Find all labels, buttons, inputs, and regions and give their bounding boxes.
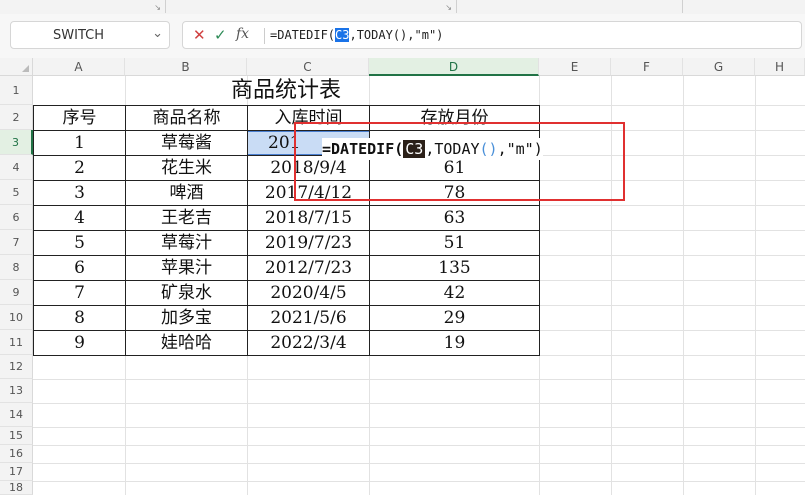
chevron-down-icon[interactable]: ⌄ bbox=[152, 26, 163, 41]
column-header-a[interactable]: A bbox=[33, 58, 125, 76]
column-header-h[interactable]: H bbox=[755, 58, 805, 76]
corner-triangle-icon bbox=[22, 65, 29, 72]
row-header-14[interactable]: 14 bbox=[0, 403, 33, 427]
name-box-value: SWITCH bbox=[53, 28, 104, 43]
table-cell[interactable]: 135 bbox=[370, 256, 539, 280]
table-cell[interactable]: 29 bbox=[370, 306, 539, 330]
column-header-f[interactable]: F bbox=[611, 58, 683, 76]
row-header-3[interactable]: 3 bbox=[0, 130, 33, 155]
gridline bbox=[539, 105, 805, 106]
table-cell[interactable]: 草莓酱 bbox=[126, 131, 247, 155]
table-cell[interactable]: 2020/4/5 bbox=[248, 281, 369, 305]
row-header-5[interactable]: 5 bbox=[0, 180, 33, 205]
table-cell[interactable]: 2018/7/15 bbox=[248, 206, 369, 230]
table-cell[interactable]: 啤酒 bbox=[126, 181, 247, 205]
table-cell[interactable]: 2019/7/23 bbox=[248, 231, 369, 255]
separator bbox=[264, 28, 265, 44]
ribbon-group: ↘ bbox=[0, 0, 166, 13]
spreadsheet-grid[interactable]: A B C D E F G H 1 2 3 4 5 6 7 8 9 10 11 … bbox=[0, 58, 805, 495]
row-header-13[interactable]: 13 bbox=[0, 379, 33, 403]
formula-part: =DATEDIF( bbox=[270, 28, 336, 42]
gridline bbox=[755, 76, 756, 495]
table-cell[interactable]: 2021/5/6 bbox=[248, 306, 369, 330]
table-cell[interactable]: 8 bbox=[34, 306, 125, 330]
gridline bbox=[539, 255, 805, 256]
gridline bbox=[33, 427, 805, 428]
row-header-1[interactable]: 1 bbox=[0, 76, 33, 105]
name-box[interactable]: SWITCH ⌄ bbox=[10, 21, 170, 49]
header-cell[interactable]: 商品名称 bbox=[126, 106, 247, 130]
fx-icon[interactable]: fx bbox=[236, 26, 249, 42]
formula-ref-c3: C3 bbox=[335, 28, 350, 42]
table-cell[interactable]: 苹果汁 bbox=[126, 256, 247, 280]
column-header-b[interactable]: B bbox=[125, 58, 247, 76]
row-header-17[interactable]: 17 bbox=[0, 463, 33, 481]
row-header-15[interactable]: 15 bbox=[0, 427, 33, 445]
cancel-icon[interactable]: ✕ bbox=[193, 26, 206, 44]
gridline bbox=[33, 481, 805, 482]
gridline bbox=[539, 230, 805, 231]
table-cell[interactable]: 加多宝 bbox=[126, 306, 247, 330]
header-cell[interactable]: 序号 bbox=[34, 106, 125, 130]
row-header-10[interactable]: 10 bbox=[0, 305, 33, 330]
row-header-7[interactable]: 7 bbox=[0, 230, 33, 255]
table-cell[interactable]: 63 bbox=[370, 206, 539, 230]
table-cell[interactable]: 9 bbox=[34, 331, 125, 355]
table-cell[interactable]: 4 bbox=[34, 206, 125, 230]
table-cell[interactable]: 1 bbox=[34, 131, 125, 155]
sheet-title[interactable]: 商品统计表 bbox=[33, 78, 539, 104]
row-header-4[interactable]: 4 bbox=[0, 155, 33, 180]
select-all-corner[interactable] bbox=[0, 58, 33, 76]
gridline bbox=[33, 403, 805, 404]
table-cell[interactable]: 3 bbox=[34, 181, 125, 205]
column-header-g[interactable]: G bbox=[683, 58, 755, 76]
formula-part: ,TODAY(),"m") bbox=[349, 28, 444, 42]
table-cell[interactable]: 娃哈哈 bbox=[126, 331, 247, 355]
row-header-11[interactable]: 11 bbox=[0, 330, 33, 355]
table-cell[interactable]: 51 bbox=[370, 231, 539, 255]
formula-input[interactable]: ✕ ✓ fx =DATEDIF(C3,TODAY(),"m") bbox=[182, 21, 802, 49]
column-header-e[interactable]: E bbox=[539, 58, 611, 76]
table-cell[interactable]: 2 bbox=[34, 156, 125, 180]
formula-bar-row: SWITCH ⌄ ✕ ✓ fx =DATEDIF(C3,TODAY(),"m") bbox=[0, 14, 805, 58]
gridline bbox=[683, 76, 684, 495]
row-header-16[interactable]: 16 bbox=[0, 445, 33, 463]
row-header-9[interactable]: 9 bbox=[0, 280, 33, 305]
expand-icon[interactable]: ↘ bbox=[445, 3, 452, 12]
gridline bbox=[539, 280, 805, 281]
table-cell[interactable]: 草莓汁 bbox=[126, 231, 247, 255]
table-cell[interactable]: 2012/7/23 bbox=[248, 256, 369, 280]
column-header-d[interactable]: D bbox=[369, 58, 539, 76]
row-header-6[interactable]: 6 bbox=[0, 205, 33, 230]
ribbon-group: ↘ bbox=[166, 0, 457, 13]
gridline bbox=[539, 305, 805, 306]
confirm-icon[interactable]: ✓ bbox=[214, 26, 227, 44]
row-header-18[interactable]: 18 bbox=[0, 481, 33, 495]
expand-icon[interactable]: ↘ bbox=[154, 3, 161, 12]
formula-text[interactable]: =DATEDIF(C3,TODAY(),"m") bbox=[270, 28, 443, 42]
gridline bbox=[33, 445, 805, 446]
column-header-c[interactable]: C bbox=[247, 58, 369, 76]
table-cell[interactable]: 19 bbox=[370, 331, 539, 355]
table-cell[interactable]: 2022/3/4 bbox=[248, 331, 369, 355]
table-cell[interactable]: 矿泉水 bbox=[126, 281, 247, 305]
gridline bbox=[539, 205, 805, 206]
table-cell[interactable]: 5 bbox=[34, 231, 125, 255]
table-border bbox=[33, 355, 539, 356]
ribbon-strip: ↘ ↘ bbox=[0, 0, 805, 15]
ribbon-group bbox=[457, 0, 683, 13]
table-cell[interactable]: 王老吉 bbox=[126, 206, 247, 230]
table-cell[interactable]: 6 bbox=[34, 256, 125, 280]
gridline bbox=[539, 330, 805, 331]
row-header-12[interactable]: 12 bbox=[0, 355, 33, 379]
row-header-2[interactable]: 2 bbox=[0, 105, 33, 130]
table-cell[interactable]: 7 bbox=[34, 281, 125, 305]
table-cell[interactable]: 花生米 bbox=[126, 156, 247, 180]
gridline bbox=[33, 463, 805, 464]
row-header-8[interactable]: 8 bbox=[0, 255, 33, 280]
highlight-annotation-box bbox=[294, 122, 625, 201]
gridline bbox=[33, 379, 805, 380]
table-cell[interactable]: 42 bbox=[370, 281, 539, 305]
